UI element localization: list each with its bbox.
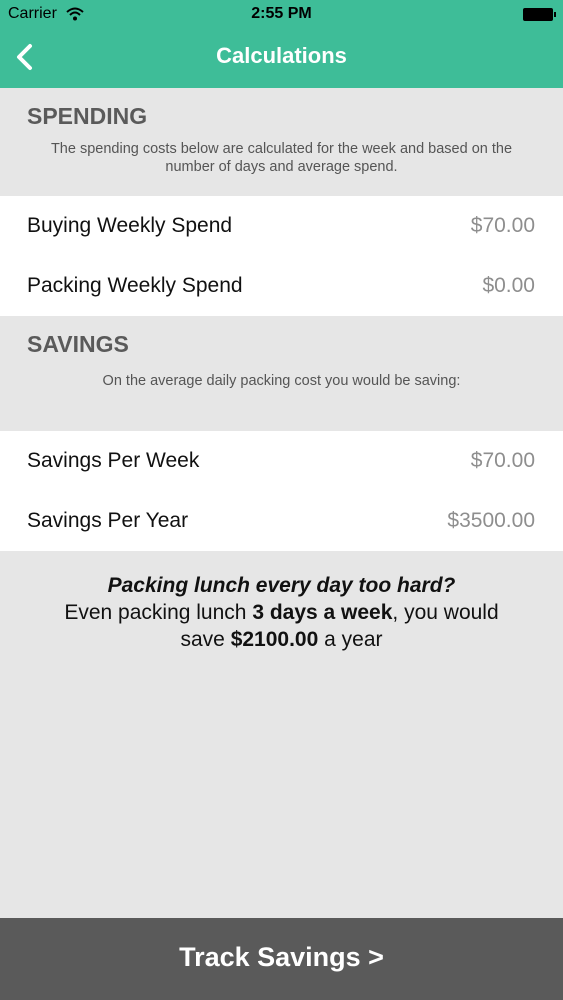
promo-days: 3 days a week — [252, 601, 393, 624]
promo-text-suffix: a year — [318, 628, 383, 651]
page-title: Calculations — [216, 43, 347, 68]
promo-question: Packing lunch every day too hard? — [107, 574, 456, 597]
battery-icon — [523, 8, 556, 21]
spending-title: SPENDING — [27, 103, 148, 129]
track-savings-label: Track Savings > — [179, 942, 384, 972]
promo-text-prefix: Even packing lunch — [64, 601, 253, 624]
savings-section-header: SAVINGS On the average daily packing cos… — [0, 316, 563, 431]
row-label: Savings Per Year — [27, 509, 189, 532]
row-label: Savings Per Week — [27, 449, 200, 472]
status-bar: Carrier 2:55 PM — [0, 0, 563, 28]
list-item: Savings Per Year $3500.00 — [0, 491, 563, 551]
track-savings-button[interactable]: Track Savings > — [0, 918, 563, 1000]
savings-description: On the average daily packing cost you wo… — [102, 373, 461, 389]
list-item: Packing Weekly Spend $0.00 — [0, 256, 563, 316]
row-label: Buying Weekly Spend — [27, 214, 233, 237]
promo-body: Even packing lunch 3 days a week, you wo… — [40, 599, 523, 653]
promo-amount: $2100.00 — [230, 628, 319, 651]
list-item: Savings Per Week $70.00 — [0, 431, 563, 491]
spending-description: The spending costs below are calculated … — [50, 141, 513, 175]
savings-title: SAVINGS — [27, 331, 129, 357]
row-value: $70.00 — [470, 214, 535, 237]
row-value: $0.00 — [482, 274, 535, 297]
spending-section-header: SPENDING The spending costs below are ca… — [0, 88, 563, 196]
spending-list: Buying Weekly Spend $70.00 Packing Weekl… — [0, 196, 563, 316]
row-value: $3500.00 — [447, 509, 535, 532]
nav-bar: Carrier 2:55 PM Calculations — [0, 0, 563, 88]
row-value: $70.00 — [470, 449, 535, 472]
status-time: 2:55 PM — [251, 5, 312, 22]
savings-list: Savings Per Week $70.00 Savings Per Year… — [0, 431, 563, 551]
list-item: Buying Weekly Spend $70.00 — [0, 196, 563, 256]
row-label: Packing Weekly Spend — [27, 274, 243, 297]
promo-message: Packing lunch every day too hard? Even p… — [40, 572, 523, 653]
